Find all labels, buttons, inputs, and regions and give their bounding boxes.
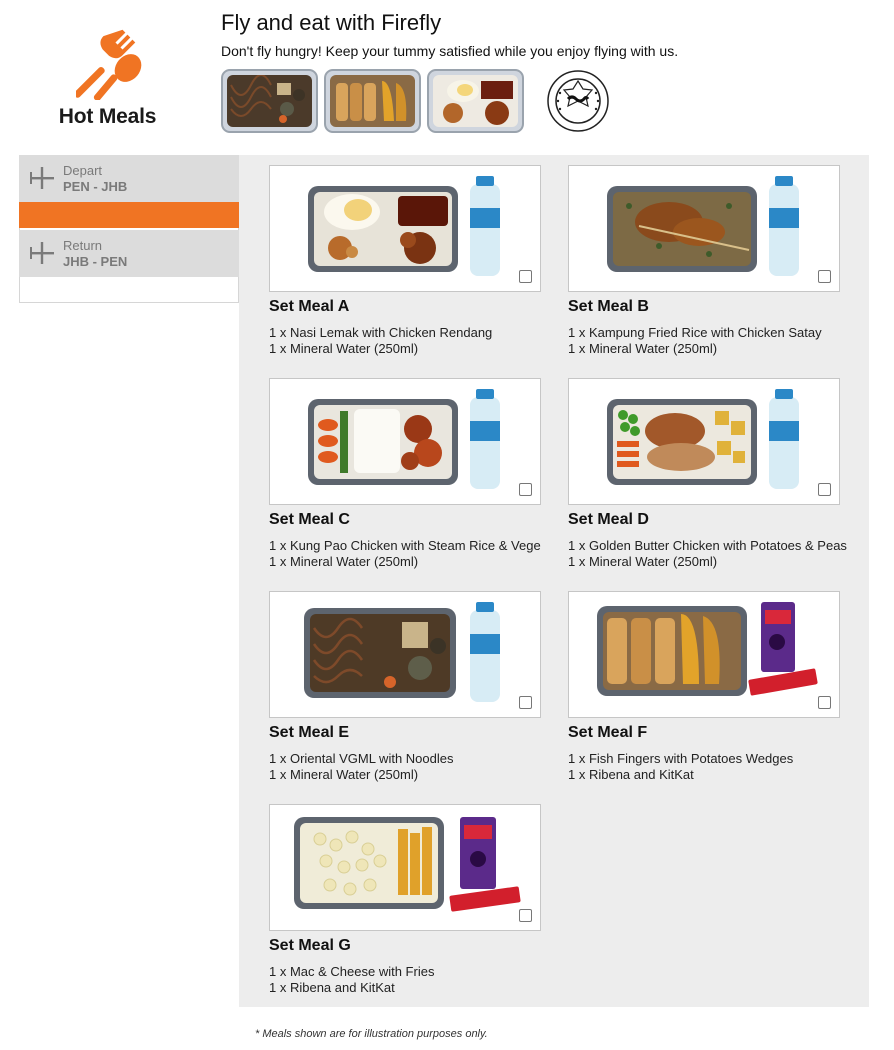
meal-item-a-1: 1 x Nasi Lemak with Chicken Rendang	[269, 325, 493, 340]
meal-item-f-1: 1 x Fish Fingers with Potatoes Wedges	[568, 751, 794, 766]
segment-return-route: JHB - PEN	[63, 254, 128, 269]
fork-spoon-icon	[76, 29, 142, 100]
page-subtitle: Don't fly hungry! Keep your tummy satisf…	[221, 43, 679, 59]
meal-checkbox-e[interactable]	[519, 696, 532, 709]
meal-item-f-2: 1 x Ribena and KitKat	[568, 767, 694, 782]
meal-photo-f	[568, 591, 840, 718]
meal-checkbox-f[interactable]	[818, 696, 831, 709]
meal-title-d: Set Meal D	[568, 511, 649, 528]
meal-title-a: Set Meal A	[269, 298, 350, 315]
meal-checkbox-c[interactable]	[519, 483, 532, 496]
meal-item-g-1: 1 x Mac & Cheese with Fries	[269, 964, 435, 979]
meal-photo-c	[269, 378, 541, 505]
segment-depart-label: Depart	[63, 163, 103, 178]
fish-fingers-meal-photo	[324, 69, 421, 133]
meal-item-a-2: 1 x Mineral Water (250ml)	[269, 341, 419, 356]
segment-depart[interactable]: Depart PEN - JHB	[19, 155, 255, 202]
meal-item-b-2: 1 x Mineral Water (250ml)	[568, 341, 718, 356]
halal-logo	[547, 70, 609, 132]
meal-options-panel: Set Meal A 1 x Nasi Lemak with Chicken R…	[239, 155, 869, 1007]
meal-title-b: Set Meal B	[568, 298, 649, 315]
segment-return-label: Return	[63, 238, 103, 253]
meal-photo-d	[568, 378, 840, 505]
page-title: Fly and eat with Firefly	[221, 10, 442, 35]
hot-meals-logo: Hot Meals	[20, 24, 195, 134]
meal-photo-a	[269, 165, 541, 292]
segment-depart-route: PEN - JHB	[63, 179, 128, 194]
meal-checkbox-a[interactable]	[519, 270, 532, 283]
disclaimer-text: * Meals shown are for illustration purpo…	[255, 1028, 488, 1040]
meal-checkbox-b[interactable]	[818, 270, 831, 283]
meal-item-d-2: 1 x Mineral Water (250ml)	[568, 554, 718, 569]
meal-thumbnails	[221, 69, 610, 133]
plane-icon	[30, 167, 54, 189]
segment-return[interactable]: Return JHB - PEN	[19, 230, 239, 277]
meal-item-b-1: 1 x Kampung Fried Rice with Chicken Sata…	[568, 325, 822, 340]
meal-checkbox-g[interactable]	[519, 909, 532, 922]
meal-checkbox-d[interactable]	[818, 483, 831, 496]
meal-photo-b	[568, 165, 840, 292]
plane-icon	[30, 242, 54, 264]
meal-item-d-1: 1 x Golden Butter Chicken with Potatoes …	[568, 538, 847, 553]
meal-title-g: Set Meal G	[269, 937, 351, 954]
segment-selected-bar	[19, 202, 239, 228]
meal-item-c-2: 1 x Mineral Water (250ml)	[269, 554, 419, 569]
flight-segment-nav: Depart PEN - JHB Return JHB - PEN	[19, 155, 255, 303]
meal-item-c-1: 1 x Kung Pao Chicken with Steam Rice & V…	[269, 538, 541, 553]
nasi-lemak-meal-photo	[427, 69, 524, 133]
hot-meals-heading: Hot Meals	[58, 105, 157, 128]
meal-item-g-2: 1 x Ribena and KitKat	[269, 980, 395, 995]
meal-title-e: Set Meal E	[269, 724, 350, 741]
meal-photo-g	[269, 804, 541, 931]
meal-photo-e	[269, 591, 541, 718]
meal-title-c: Set Meal C	[269, 511, 350, 528]
meal-item-e-2: 1 x Mineral Water (250ml)	[269, 767, 419, 782]
meal-title-f: Set Meal F	[568, 724, 648, 741]
noodle-meal-photo	[221, 69, 318, 133]
meal-item-e-1: 1 x Oriental VGML with Noodles	[269, 751, 454, 766]
